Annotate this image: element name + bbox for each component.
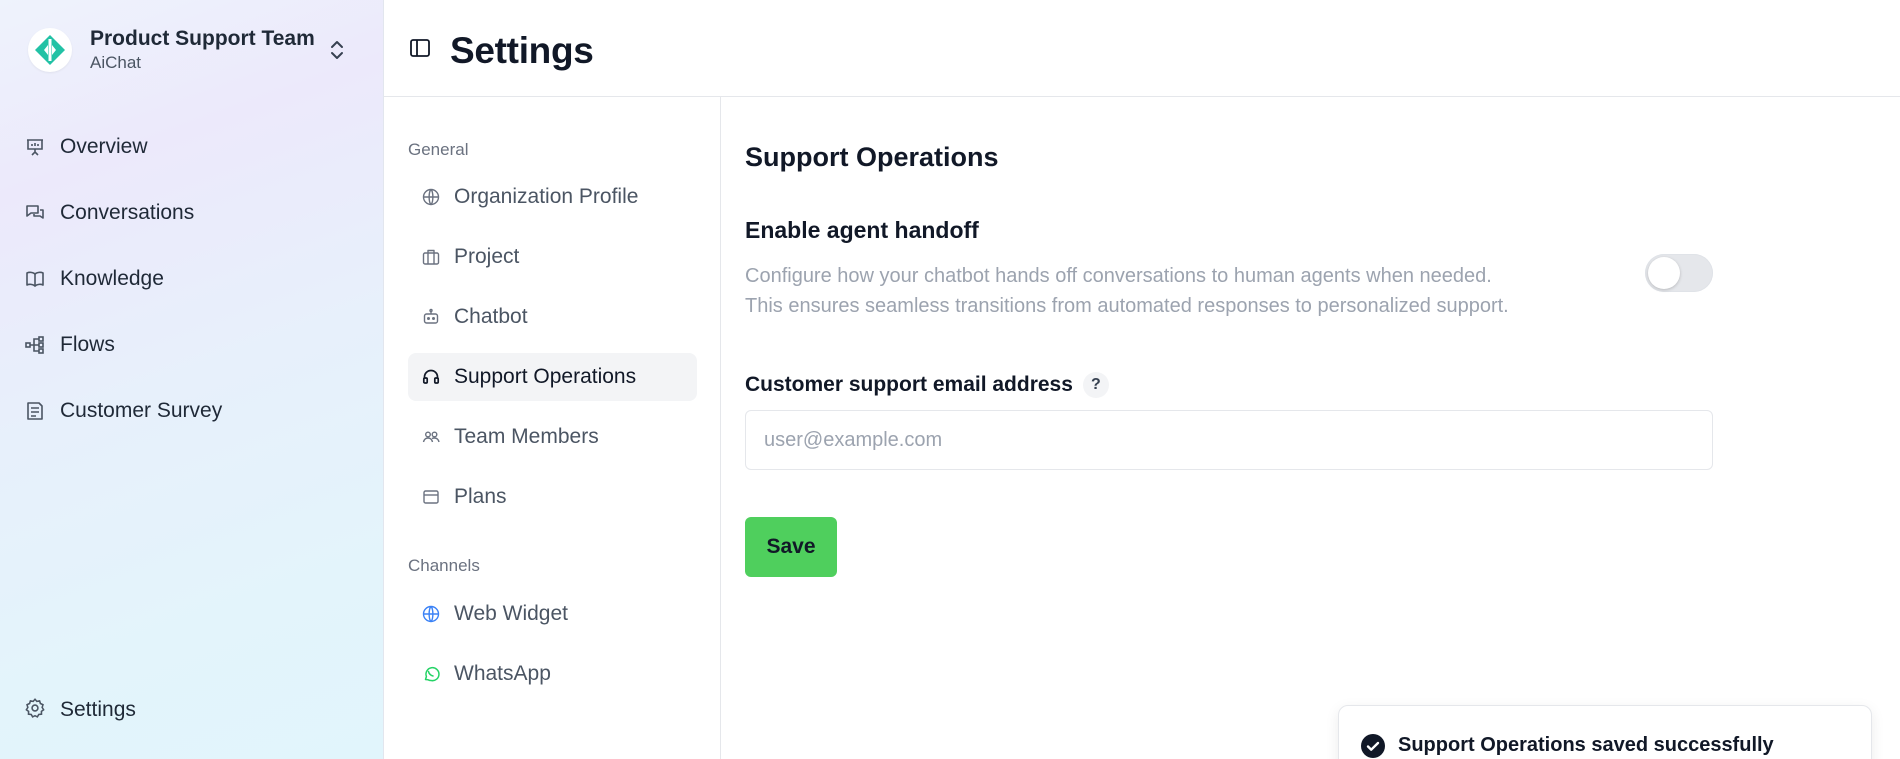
- settings-item-chatbot[interactable]: Chatbot: [408, 293, 697, 341]
- handoff-description: Configure how your chatbot hands off con…: [745, 261, 1605, 321]
- sidebar-toggle-icon[interactable]: [408, 36, 432, 60]
- settings-item-label: Team Members: [454, 425, 599, 448]
- nav-label: Overview: [60, 135, 148, 158]
- nav-label: Knowledge: [60, 267, 164, 290]
- nav-item-knowledge[interactable]: Knowledge: [24, 246, 364, 312]
- nav-label: Flows: [60, 333, 115, 356]
- nav-label: Customer Survey: [60, 399, 223, 422]
- chat-bubbles-icon: [24, 202, 46, 224]
- team-subtitle: AiChat: [90, 53, 142, 72]
- wallet-icon: [422, 488, 440, 506]
- page-header: Settings: [384, 0, 1900, 97]
- handoff-title: Enable agent handoff: [745, 217, 979, 243]
- sidebar: Product Support Team AiChat Overview Con…: [0, 0, 384, 759]
- gear-icon: [24, 697, 46, 724]
- book-icon: [24, 268, 46, 290]
- team-name: Product Support Team: [90, 27, 315, 50]
- nav-item-conversations[interactable]: Conversations: [24, 180, 364, 246]
- team-switcher[interactable]: Product Support Team AiChat: [28, 22, 348, 78]
- help-icon[interactable]: ?: [1082, 372, 1109, 398]
- email-field-label: Customer support email address ?: [745, 372, 1109, 398]
- toast-message: Support Operations saved successfully: [1398, 734, 1774, 756]
- globe-icon: [422, 188, 440, 206]
- settings-item-label: Project: [454, 245, 520, 268]
- users-icon: [422, 428, 440, 446]
- nav-item-customer-survey[interactable]: Customer Survey: [24, 378, 364, 444]
- settings-item-label: Support Operations: [454, 365, 637, 388]
- nav-label: Conversations: [60, 201, 195, 224]
- headset-icon: [422, 368, 440, 386]
- success-toast: Complete Support Operations saved succes…: [1338, 705, 1872, 759]
- settings-item-label: Web Widget: [454, 602, 568, 625]
- settings-group-channels: Channels: [408, 556, 480, 575]
- email-label-text: Customer support email address: [745, 373, 1073, 396]
- main-nav: Overview Conversations Knowledge Flows C…: [24, 114, 364, 444]
- survey-icon: [24, 400, 46, 422]
- presentation-icon: [24, 136, 46, 158]
- settings-group-general: General: [408, 140, 469, 159]
- settings-item-support-operations[interactable]: Support Operations: [408, 353, 697, 401]
- app-logo: [28, 28, 72, 72]
- nav-item-overview[interactable]: Overview: [24, 114, 364, 180]
- settings-nav: General Organization Profile Project Cha…: [384, 97, 721, 759]
- whatsapp-icon: [422, 665, 440, 683]
- save-button[interactable]: Save: [745, 517, 837, 577]
- nav-item-settings[interactable]: Settings: [24, 692, 136, 728]
- settings-item-organization-profile[interactable]: Organization Profile: [408, 173, 697, 221]
- settings-item-label: Plans: [454, 485, 507, 508]
- settings-item-team-members[interactable]: Team Members: [408, 413, 697, 461]
- flow-icon: [24, 334, 46, 356]
- nav-label: Settings: [60, 698, 136, 721]
- agent-handoff-toggle[interactable]: [1645, 254, 1713, 292]
- settings-item-label: Chatbot: [454, 305, 528, 328]
- web-globe-icon: [422, 605, 440, 623]
- page-title: Settings: [450, 30, 594, 71]
- chevron-up-down-icon[interactable]: [326, 35, 348, 65]
- settings-content: Support Operations Enable agent handoff …: [721, 97, 1900, 759]
- handoff-description-line: Configure how your chatbot hands off con…: [745, 265, 1492, 287]
- nav-item-flows[interactable]: Flows: [24, 312, 364, 378]
- settings-item-web-widget[interactable]: Web Widget: [408, 590, 697, 638]
- toggle-knob: [1648, 257, 1680, 289]
- settings-item-plans[interactable]: Plans: [408, 473, 697, 521]
- check-circle-icon: [1361, 734, 1385, 758]
- settings-item-whatsapp[interactable]: WhatsApp: [408, 650, 697, 698]
- bot-icon: [422, 308, 440, 326]
- support-email-input[interactable]: [745, 410, 1713, 470]
- settings-item-label: Organization Profile: [454, 185, 639, 208]
- handoff-description-line: This ensures seamless transitions from a…: [745, 295, 1509, 317]
- briefcase-icon: [422, 248, 440, 266]
- section-title: Support Operations: [745, 142, 999, 172]
- settings-item-label: WhatsApp: [454, 662, 551, 685]
- settings-item-project[interactable]: Project: [408, 233, 697, 281]
